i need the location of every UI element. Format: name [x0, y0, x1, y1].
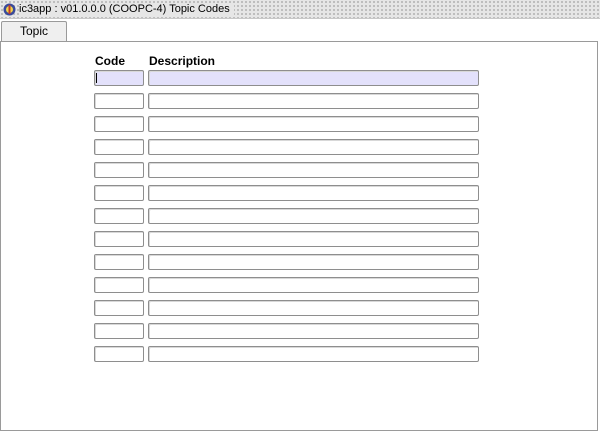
description-field[interactable]: [148, 346, 479, 362]
description-field[interactable]: [148, 300, 479, 316]
code-field[interactable]: [94, 70, 144, 86]
description-field[interactable]: [148, 208, 479, 224]
code-field[interactable]: [94, 231, 144, 247]
text-cursor: [96, 73, 97, 83]
column-header-description: Description: [149, 54, 216, 68]
description-field[interactable]: [148, 277, 479, 293]
window-title: ic3app : v01.0.0.0 (COOPC-4) Topic Codes: [19, 3, 234, 16]
code-field[interactable]: [94, 116, 144, 132]
code-field[interactable]: [94, 139, 144, 155]
description-field[interactable]: [148, 185, 479, 201]
tab-bar: Topic Codes: [0, 19, 600, 57]
tab-topic-codes[interactable]: Topic Codes: [1, 21, 67, 57]
description-field[interactable]: [148, 323, 479, 339]
code-field[interactable]: [94, 208, 144, 224]
code-field[interactable]: [94, 277, 144, 293]
description-field[interactable]: [148, 70, 479, 86]
column-header-code: Code: [95, 54, 125, 68]
code-field[interactable]: [94, 323, 144, 339]
description-field[interactable]: [148, 162, 479, 178]
code-field[interactable]: [94, 185, 144, 201]
code-field[interactable]: [94, 93, 144, 109]
description-field[interactable]: [148, 93, 479, 109]
description-field[interactable]: [148, 231, 479, 247]
code-field[interactable]: [94, 346, 144, 362]
code-field[interactable]: [94, 254, 144, 270]
code-field[interactable]: [94, 162, 144, 178]
description-field[interactable]: [148, 139, 479, 155]
code-field[interactable]: [94, 300, 144, 316]
app-icon: [3, 3, 16, 16]
description-field[interactable]: [148, 116, 479, 132]
title-bar: ic3app : v01.0.0.0 (COOPC-4) Topic Codes: [0, 0, 600, 19]
description-field[interactable]: [148, 254, 479, 270]
